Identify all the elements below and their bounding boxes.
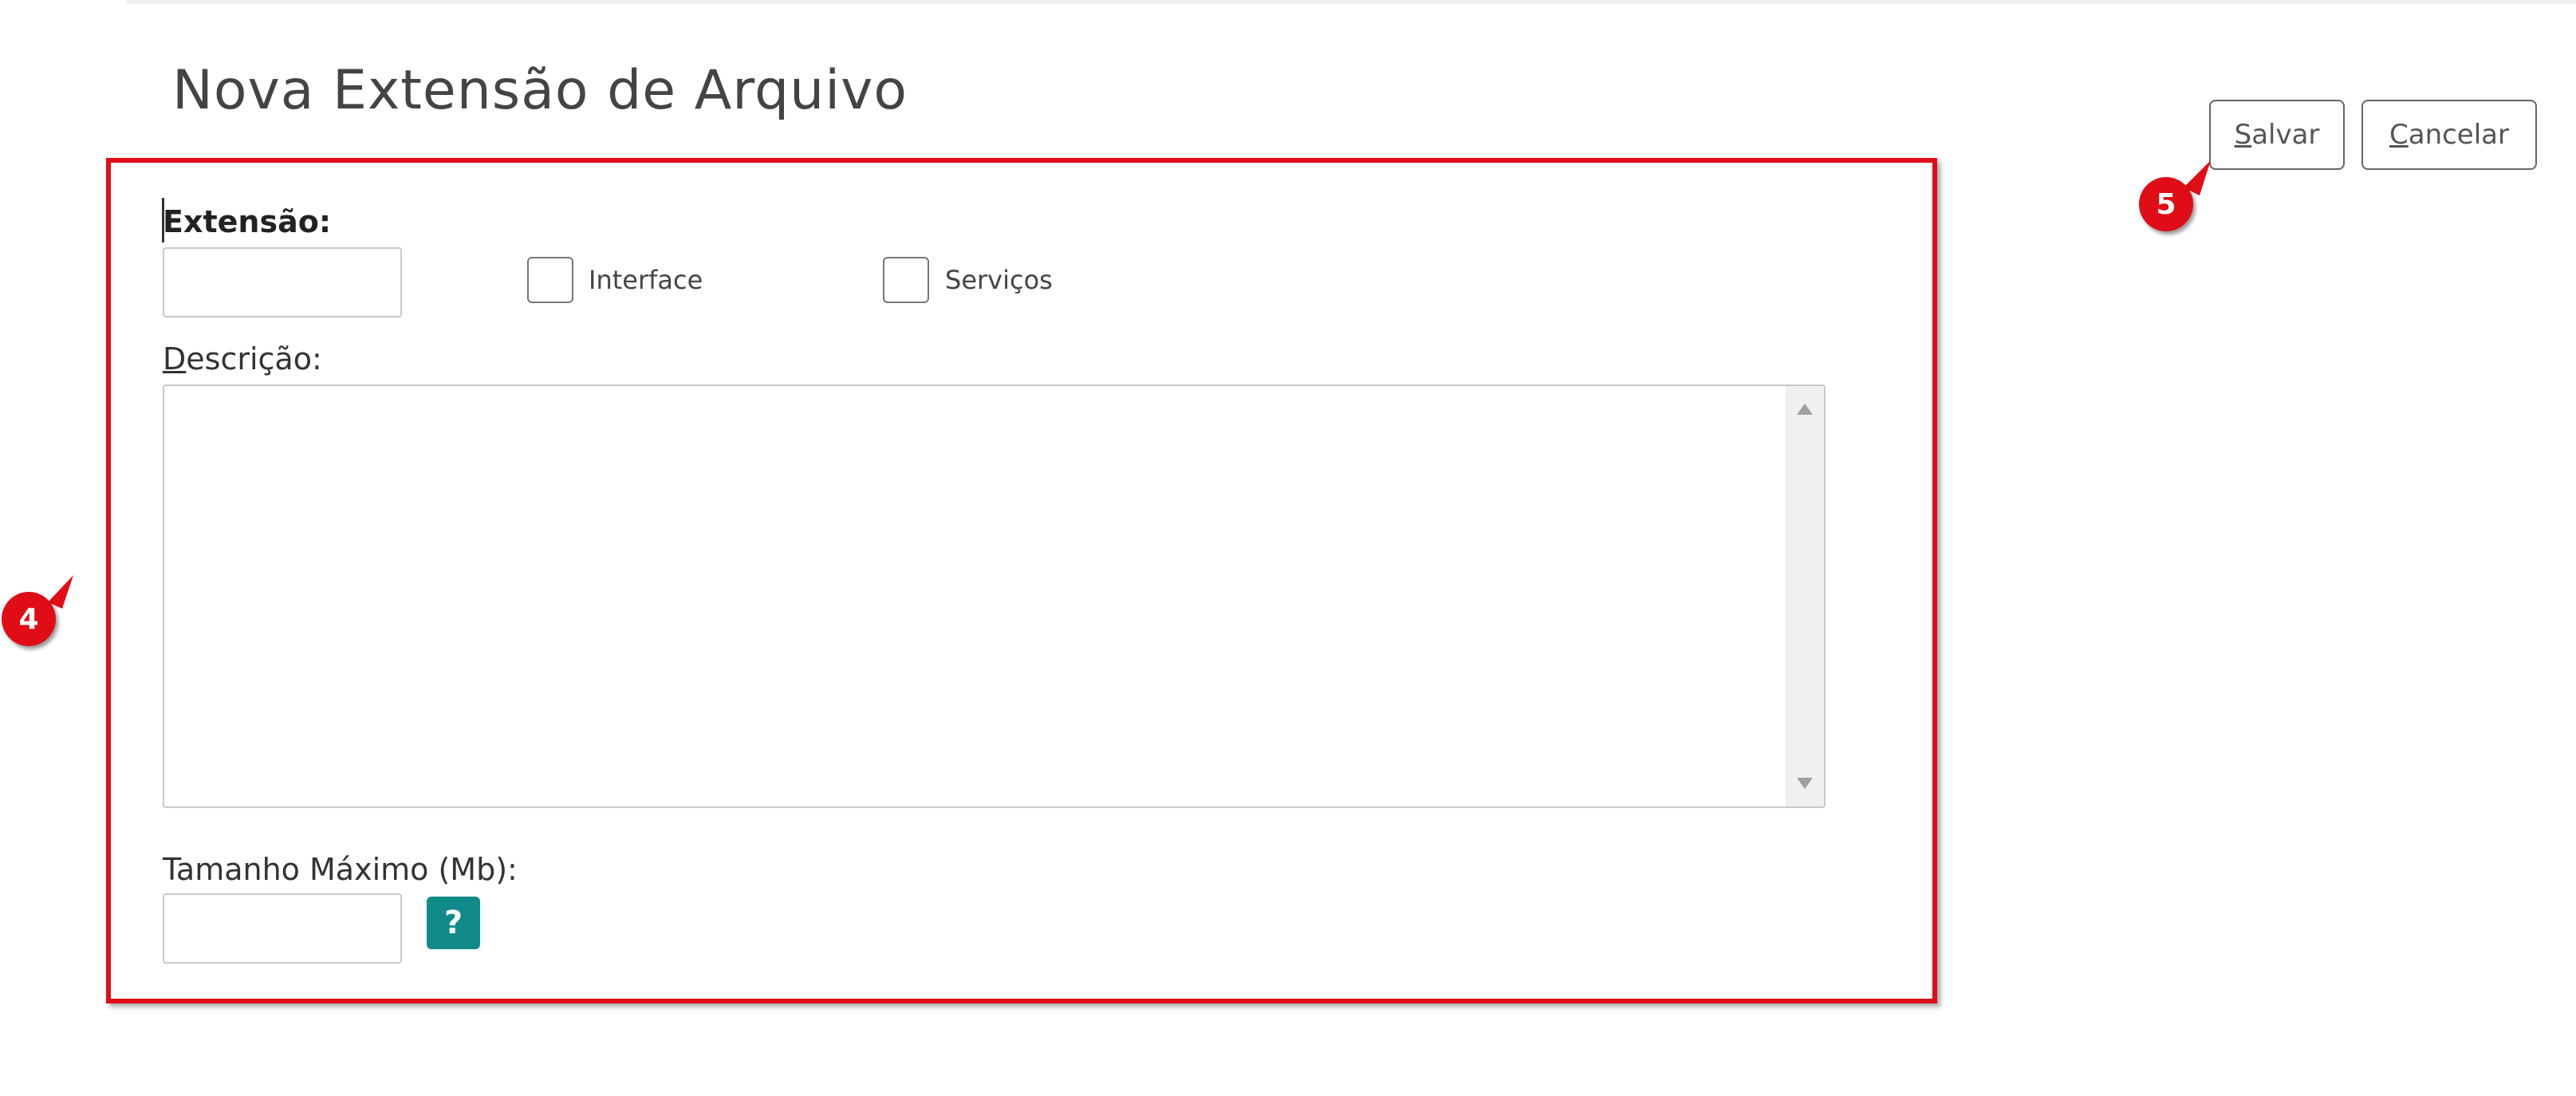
save-button[interactable]: Salvar	[2209, 100, 2345, 170]
save-button-label: alvar	[2251, 119, 2320, 151]
description-label-mnemonic: D	[163, 341, 187, 377]
services-checkbox[interactable]	[883, 257, 929, 303]
cancel-button-mnemonic: C	[2389, 119, 2409, 151]
scroll-down-arrow-icon[interactable]	[1797, 778, 1813, 789]
top-divider	[127, 0, 2576, 4]
annotation-badge-5: 5	[2139, 177, 2193, 231]
description-textarea[interactable]	[163, 384, 1826, 808]
extension-input[interactable]	[163, 247, 402, 317]
max-size-label: Tamanho Máximo (Mb):	[163, 852, 518, 887]
services-checkbox-label: Serviços	[945, 265, 1053, 295]
cancel-button[interactable]: Cancelar	[2361, 100, 2537, 170]
interface-checkbox-label: Interface	[589, 265, 703, 295]
cancel-button-label: ancelar	[2408, 119, 2509, 151]
question-mark-icon[interactable]: ?	[427, 897, 480, 949]
save-button-mnemonic: S	[2234, 119, 2252, 151]
interface-checkbox[interactable]	[527, 257, 573, 303]
extension-label: Extensão:	[163, 204, 332, 239]
description-label-text: escrição:	[186, 341, 322, 377]
description-scrollbar[interactable]	[1786, 386, 1824, 806]
max-size-input[interactable]	[163, 893, 402, 964]
description-label: Descrição:	[163, 341, 322, 377]
annotation-badge-4: 4	[2, 592, 56, 646]
scroll-up-arrow-icon[interactable]	[1797, 404, 1813, 415]
page-title: Nova Extensão de Arquivo	[172, 58, 908, 122]
